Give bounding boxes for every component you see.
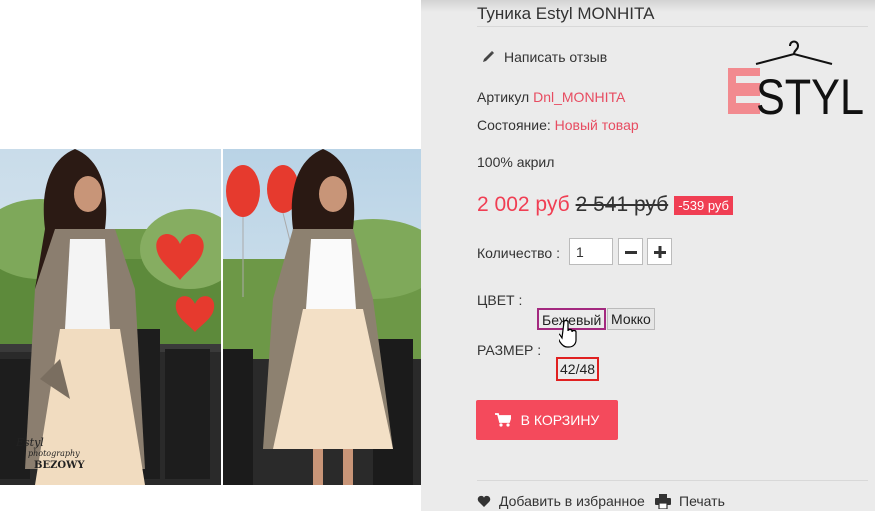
quantity-label: Количество :	[477, 245, 560, 261]
brand-logo: STYL	[728, 40, 864, 118]
pencil-icon	[483, 51, 494, 62]
add-to-cart-button[interactable]: В КОРЗИНУ	[476, 400, 618, 440]
print-link[interactable]: Печать	[655, 493, 725, 509]
plus-icon	[653, 245, 666, 258]
divider	[477, 480, 868, 481]
sku-value: Dnl_MONHITA	[533, 89, 626, 105]
watermark-line1: Estyl	[16, 436, 44, 449]
condition-label: Состояние:	[477, 117, 551, 133]
condition-value: Новый товар	[554, 117, 639, 133]
old-price: 2 541 руб	[575, 193, 669, 216]
quantity-increase-button[interactable]	[647, 238, 672, 265]
quantity-input[interactable]	[569, 238, 613, 265]
heart-icon	[477, 495, 491, 507]
cart-icon	[494, 413, 511, 427]
product-image-panel: Estyl photography BEZOWY	[0, 0, 421, 511]
product-photo-right[interactable]	[223, 149, 421, 485]
size-option-42-48[interactable]: 42/48	[556, 357, 600, 381]
add-to-wishlist-link[interactable]: Добавить в избранное	[477, 493, 645, 509]
price-block: 2 002 руб 2 541 руб -539 руб	[477, 193, 733, 217]
add-to-cart-label: В КОРЗИНУ	[520, 412, 600, 428]
minus-icon	[624, 250, 637, 254]
size-label: РАЗМЕР :	[477, 342, 542, 358]
write-review-link[interactable]: Написать отзыв	[481, 49, 607, 65]
watermark-line2: photography	[28, 449, 80, 458]
condition-row: Состояние: Новый товар	[477, 117, 639, 133]
sku-row: Артикул Dnl_MONHITA	[477, 89, 625, 105]
color-option-mocha[interactable]: Мокко	[607, 308, 655, 330]
sku-label: Артикул	[477, 89, 530, 105]
composition: 100% акрил	[477, 154, 555, 170]
quantity-decrease-button[interactable]	[618, 238, 643, 265]
product-title: Туника Estyl MONHITA	[477, 4, 655, 23]
current-price: 2 002 руб	[477, 193, 570, 216]
write-review-label: Написать отзыв	[504, 49, 608, 65]
svg-text:STYL: STYL	[756, 69, 864, 118]
divider	[477, 26, 868, 27]
printer-icon	[655, 493, 671, 509]
discount-badge: -539 руб	[674, 195, 733, 215]
hand-pointer-icon	[559, 320, 577, 348]
photo-watermark: Estyl photography BEZOWY	[16, 436, 106, 471]
watermark-color: BEZOWY	[34, 460, 85, 471]
wishlist-label: Добавить в избранное	[499, 493, 645, 509]
color-label: ЦВЕТ :	[477, 292, 523, 308]
print-label: Печать	[679, 493, 725, 509]
product-photo-left[interactable]	[0, 149, 221, 485]
